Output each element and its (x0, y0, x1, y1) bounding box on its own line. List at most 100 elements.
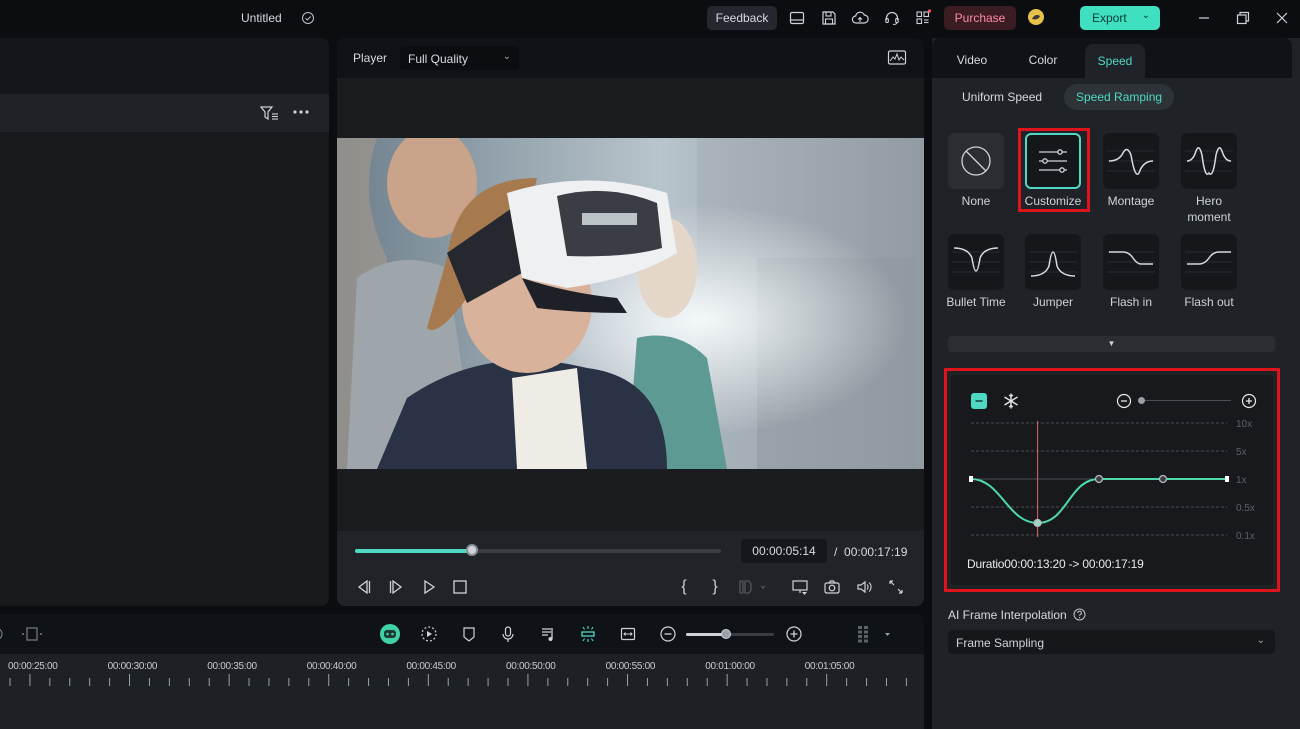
play-icon[interactable] (420, 578, 438, 596)
curve-keypoint[interactable] (1033, 518, 1042, 528)
quality-value: Full Quality (408, 52, 469, 66)
speed-curve-line[interactable] (970, 478, 1227, 525)
music-list-icon[interactable] (539, 625, 557, 643)
scope-monitor-icon[interactable] (887, 49, 907, 67)
preset-hero-moment[interactable]: Hero moment (1179, 133, 1239, 225)
minimize-icon[interactable] (1195, 9, 1213, 27)
close-icon[interactable] (1273, 9, 1291, 27)
ruler-ticks (9, 674, 907, 686)
preset-jumper[interactable]: Jumper (1023, 234, 1083, 310)
frame-interpolation-dropdown[interactable]: Frame Sampling ⌄ (948, 630, 1275, 654)
stop-icon[interactable] (451, 578, 469, 596)
timeline-ruler[interactable]: 00:00:25:00 00:00:30:00 00:00:35:00 00:00:4… (0, 654, 924, 694)
split-dropdown-icon[interactable] (737, 578, 767, 596)
zoom-out-icon[interactable] (659, 625, 677, 643)
speed-ramping-button[interactable]: Speed Ramping (1064, 84, 1175, 110)
preset-label: Bullet Time (946, 295, 1006, 309)
apps-grid-icon[interactable] (914, 9, 932, 27)
speed-level-label: 0.5x (1236, 503, 1255, 514)
more-options-icon[interactable] (292, 106, 310, 118)
preset-label: Jumper (1032, 295, 1073, 309)
expand-presets-button[interactable]: ▼ (948, 336, 1275, 352)
progress-slider[interactable] (355, 544, 721, 556)
video-preview[interactable] (337, 138, 924, 469)
speed-curve-graph[interactable]: 10x 5x 1x 0.5x 0.1x (951, 375, 1273, 585)
preset-montage[interactable]: Montage (1101, 133, 1161, 209)
speed-level-label: 5x (1236, 447, 1247, 458)
tab-color[interactable]: Color (1012, 38, 1074, 78)
mark-out-button[interactable]: } (706, 578, 724, 596)
customize-highlight (1018, 128, 1090, 212)
speed-level-label: 1x (1236, 475, 1247, 486)
export-button[interactable]: Export ⌄ (1080, 6, 1160, 30)
current-time[interactable]: 00:00:05:14 (741, 539, 827, 563)
snapshot-camera-icon[interactable] (823, 578, 841, 596)
frame-interpolation-value: Frame Sampling (956, 636, 1045, 650)
player-controls: 00:00:05:14 / 00:00:17:19 { } (337, 531, 924, 606)
zoom-in-icon[interactable] (785, 625, 803, 643)
layout-icon[interactable] (788, 9, 806, 27)
preset-none[interactable]: None (946, 133, 1006, 209)
snap-link-icon[interactable] (579, 625, 597, 643)
preset-bullet-time[interactable]: Bullet Time (946, 234, 1006, 310)
total-time: / 00:00:17:19 (834, 545, 907, 559)
filter-icon[interactable] (260, 105, 280, 121)
next-frame-icon[interactable] (387, 578, 405, 596)
property-tabs: Video Color Speed (932, 38, 1292, 78)
preset-label: Flash in (1109, 295, 1153, 309)
ai-copilot-icon[interactable] (379, 623, 401, 645)
speed-curve-editor: 10x 5x 1x 0.5x 0.1x Duratio00:00:13:20 -> 00… (951, 375, 1273, 585)
microphone-icon[interactable] (499, 625, 517, 643)
volume-icon[interactable] (855, 578, 873, 596)
properties-panel: Video Color Speed Uniform Speed Speed Ra… (932, 38, 1300, 729)
feedback-button[interactable]: Feedback (707, 6, 777, 30)
speed-level-label: 0.1x (1236, 531, 1255, 542)
project-title: Untitled (241, 11, 282, 25)
ai-label-text: AI Frame Interpolation (948, 608, 1067, 622)
chevron-down-icon: ⌄ (502, 51, 511, 62)
progress-fill (355, 549, 473, 553)
quality-dropdown[interactable]: Full Quality ⌄ (400, 46, 519, 70)
curve-keypoint[interactable] (1158, 474, 1168, 484)
save-icon[interactable] (820, 9, 838, 27)
tab-video[interactable]: Video (942, 38, 1002, 78)
curve-keypoint[interactable] (1094, 474, 1104, 484)
curve-keypoint[interactable] (1225, 476, 1229, 482)
curve-keypoint[interactable] (969, 476, 973, 482)
video-frame-image (337, 138, 924, 469)
timeline-zoom-thumb[interactable] (720, 629, 731, 639)
jumper-curve-icon (1025, 234, 1081, 290)
tab-speed[interactable]: Speed (1085, 44, 1145, 78)
timeline-zoom-slider[interactable] (686, 629, 774, 639)
fit-timeline-icon[interactable] (619, 625, 637, 643)
layout-grid-dropdown-icon[interactable] (856, 625, 890, 643)
preset-label: Flash out (1184, 295, 1234, 309)
media-panel-toolbar (0, 94, 329, 132)
title-bar: Untitled Feedback Purchase Export ⌄ (0, 0, 1300, 38)
partial-icon[interactable] (0, 625, 10, 643)
timeline-toolbar (0, 614, 924, 654)
marker-icon[interactable] (460, 625, 478, 643)
preset-flash-out[interactable]: Flash out (1179, 234, 1239, 310)
time-separator: / (834, 545, 838, 559)
timeline-panel: 00:00:25:00 00:00:30:00 00:00:35:00 00:00:4… (0, 614, 924, 729)
headset-icon[interactable] (883, 9, 901, 27)
mark-in-button[interactable]: { (675, 578, 693, 596)
progress-thumb[interactable] (466, 544, 479, 556)
flash-in-curve-icon (1103, 234, 1159, 290)
duration-text: Duratio00:00:13:20 -> 00:00:17:19 (967, 557, 1144, 571)
fullscreen-icon[interactable] (887, 578, 905, 596)
previous-frame-icon[interactable] (355, 578, 373, 596)
cloud-upload-icon[interactable] (851, 9, 869, 27)
purchase-button[interactable]: Purchase (944, 6, 1016, 30)
crop-frame-icon[interactable] (20, 625, 44, 643)
auto-render-icon[interactable] (420, 625, 438, 643)
player-label: Player (353, 51, 388, 65)
preset-flash-in[interactable]: Flash in (1101, 234, 1161, 310)
restore-icon[interactable] (1234, 9, 1252, 27)
uniform-speed-button[interactable]: Uniform Speed (950, 84, 1054, 110)
avatar[interactable] (1027, 8, 1045, 26)
flash-out-curve-icon (1181, 234, 1237, 290)
help-icon[interactable] (1073, 608, 1086, 621)
display-settings-icon[interactable] (791, 578, 809, 596)
